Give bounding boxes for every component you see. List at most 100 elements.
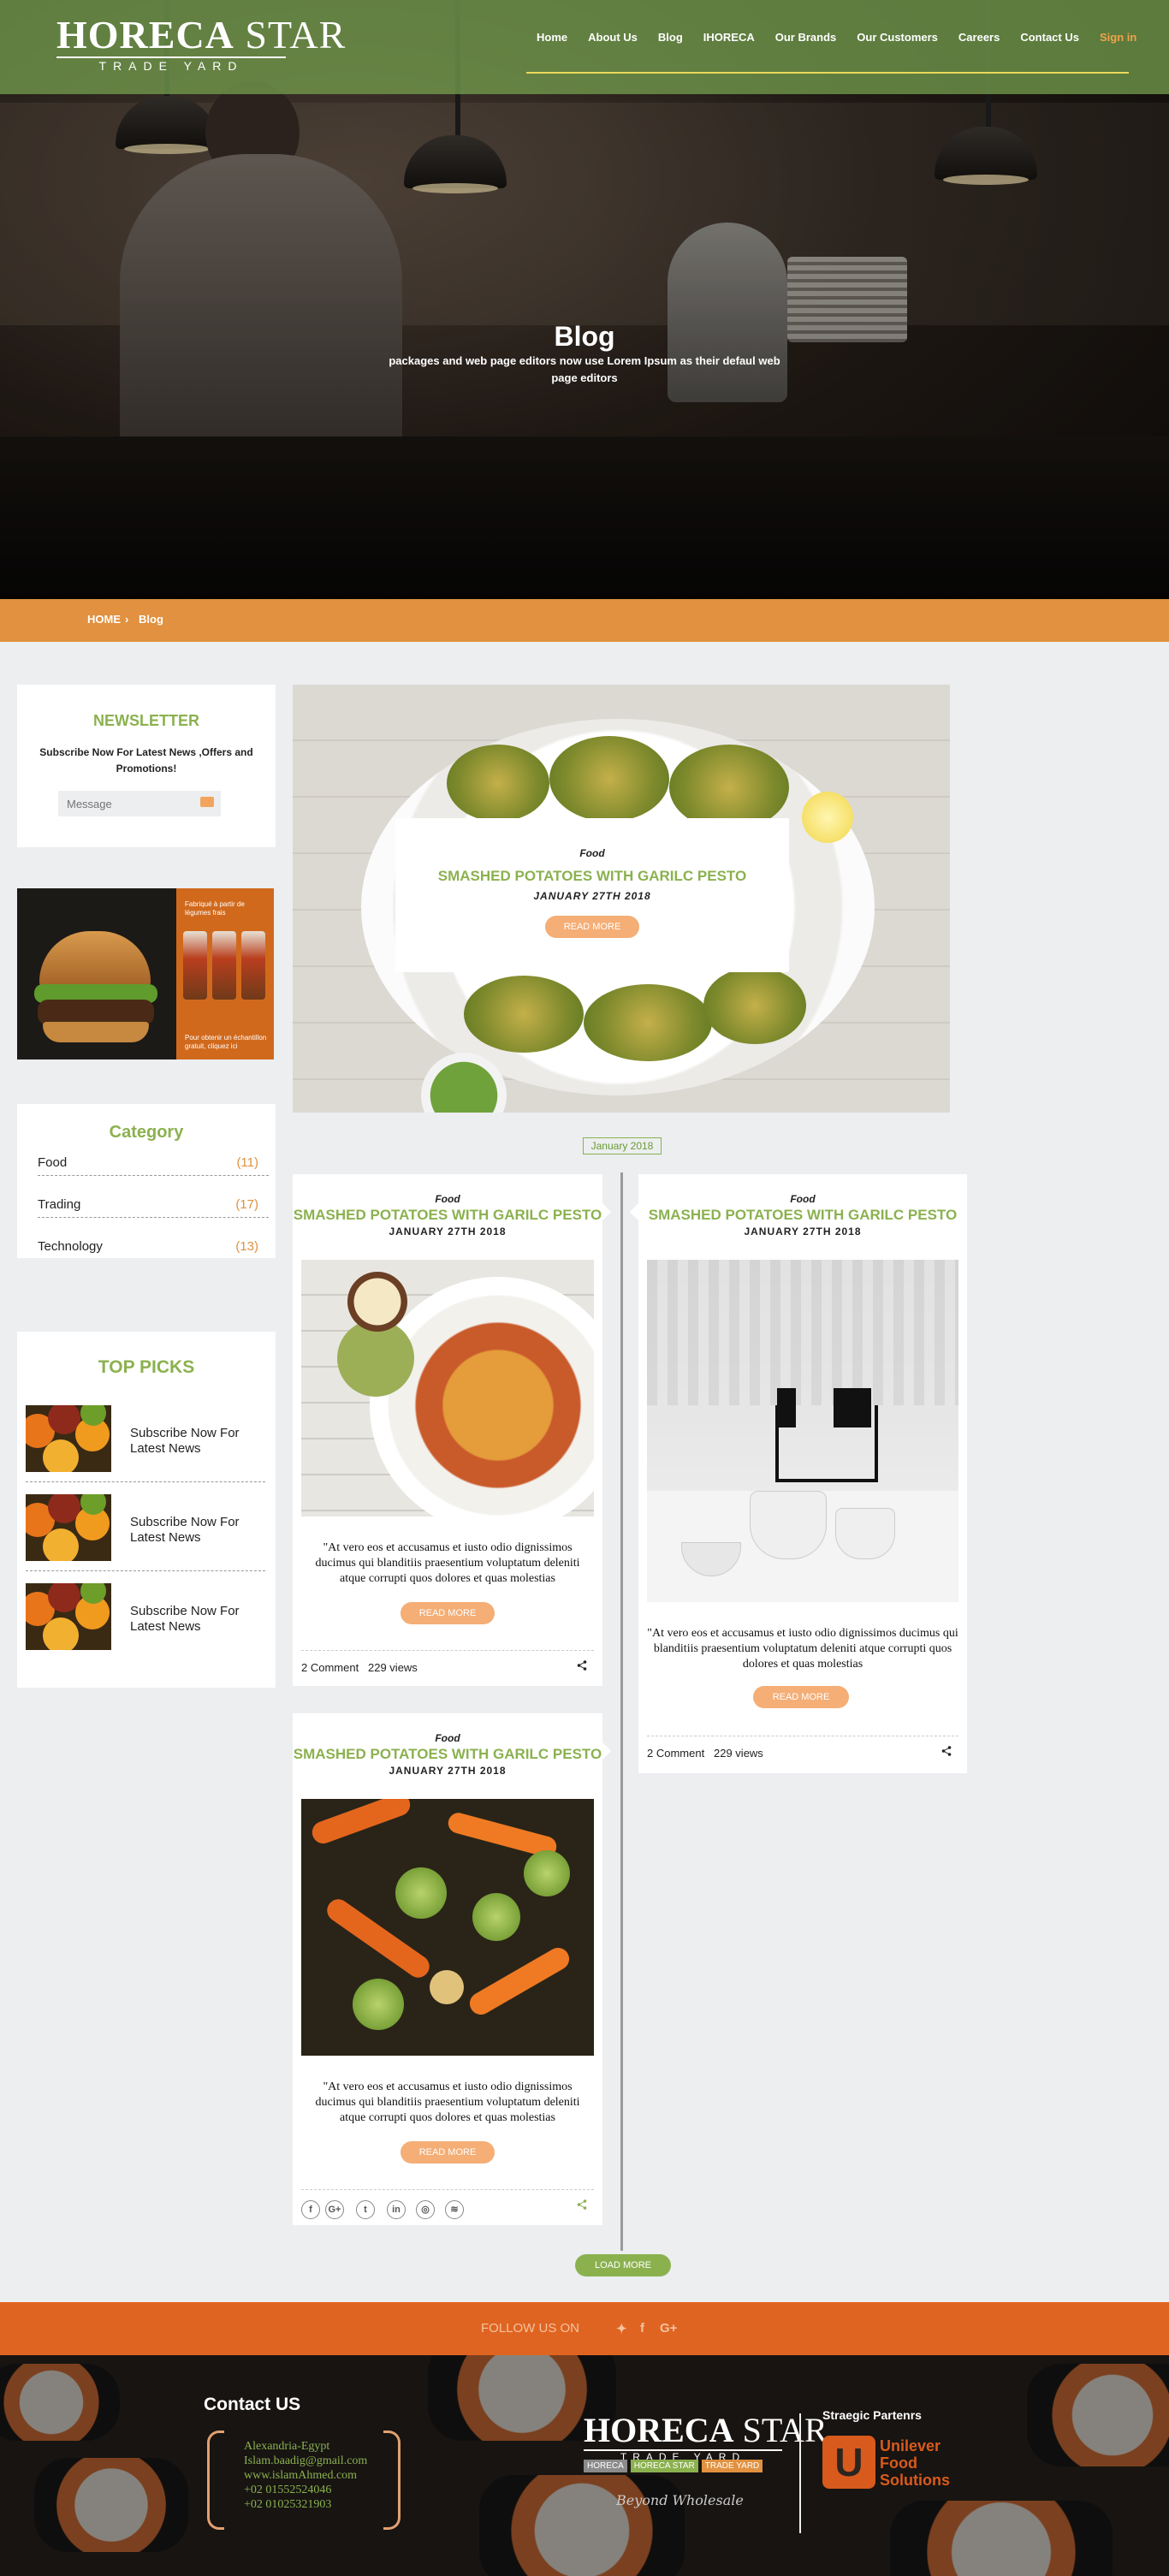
tag-horeca-star: HORECA STAR bbox=[630, 2460, 698, 2472]
category-item-technology[interactable]: Technology (13) bbox=[38, 1232, 269, 1260]
main-menu: Home About Us Blog IHORECA Our Brands Ou… bbox=[526, 31, 1147, 44]
share-icon[interactable] bbox=[941, 1746, 952, 1756]
blog-post-card: Food SMASHED POTATOES WITH GARILC PESTO … bbox=[630, 1174, 967, 1773]
post-comments[interactable]: 2 Comment bbox=[647, 1747, 704, 1760]
instagram-icon[interactable]: ◎ bbox=[416, 2200, 435, 2219]
sauce-jar bbox=[212, 931, 236, 1000]
sign-in-link[interactable]: Sign in bbox=[1089, 31, 1147, 44]
share-icon[interactable] bbox=[577, 2199, 587, 2210]
timeline-month: January 2018 bbox=[583, 1137, 662, 1154]
category-name: Trading bbox=[38, 1197, 81, 1212]
ad-bottom-text: Pour obtenir un échantillon gratuit, cli… bbox=[185, 1034, 267, 1050]
top-pick-text: Subscribe Now For Latest News bbox=[130, 1515, 240, 1545]
blog-post-card: Food SMASHED POTATOES WITH GARILC PESTO … bbox=[293, 1713, 611, 2225]
ad-top-text: Fabriqué à partir de légumes frais bbox=[185, 900, 245, 917]
top-navbar: HORECA STAR TRADE YARD Home About Us Blo… bbox=[0, 0, 1169, 94]
featured-post[interactable]: Food SMASHED POTATOES WITH GARILC PESTO … bbox=[293, 685, 950, 1113]
nav-ihoreca[interactable]: IHORECA bbox=[693, 31, 765, 44]
category-count: (13) bbox=[235, 1239, 258, 1254]
facebook-icon[interactable]: f bbox=[640, 2321, 644, 2336]
page-title: Blog bbox=[554, 321, 615, 352]
newsletter-title: NEWSLETTER bbox=[93, 712, 199, 729]
top-pick-text: Subscribe Now For Latest News bbox=[130, 1604, 240, 1634]
nav-contact-us[interactable]: Contact Us bbox=[1010, 31, 1089, 44]
unilever-logo-icon[interactable]: U bbox=[822, 2436, 875, 2489]
nav-about-us[interactable]: About Us bbox=[578, 31, 648, 44]
post-date: JANUARY 27TH 2018 bbox=[389, 1226, 507, 1238]
nav-our-brands[interactable]: Our Brands bbox=[765, 31, 847, 44]
partners-title: Straegic Partenrs bbox=[822, 2408, 922, 2422]
featured-card: Food SMASHED POTATOES WITH GARILC PESTO … bbox=[395, 818, 789, 972]
contact-phone[interactable]: +02 01552524046 bbox=[244, 2483, 367, 2497]
top-picks-box: TOP PICKS Subscribe Now For Latest News … bbox=[17, 1332, 276, 1688]
post-image[interactable] bbox=[647, 1260, 958, 1602]
read-more-button[interactable]: READ MORE bbox=[753, 1686, 849, 1708]
wifi-icon[interactable]: ≋ bbox=[445, 2200, 464, 2219]
twitter-icon[interactable]: t bbox=[356, 2200, 375, 2219]
nav-our-customers[interactable]: Our Customers bbox=[846, 31, 948, 44]
timeline-line bbox=[620, 1172, 623, 2251]
breadcrumb-separator: › bbox=[125, 613, 129, 626]
google-plus-icon[interactable]: G+ bbox=[660, 2321, 677, 2336]
category-title: Category bbox=[109, 1123, 184, 1142]
facebook-icon[interactable]: f bbox=[301, 2200, 320, 2219]
fruit-thumbnail bbox=[26, 1494, 111, 1561]
ad-banner[interactable]: Fabriqué à partir de légumes frais Pour … bbox=[17, 888, 274, 1059]
footer-divider bbox=[799, 2413, 801, 2533]
top-pick-item[interactable]: Subscribe Now For Latest News bbox=[26, 1482, 265, 1571]
follow-us-bar: FOLLOW US ON ✦ f G+ bbox=[0, 2302, 1169, 2355]
featured-category: Food bbox=[579, 847, 605, 859]
logo-name-a: HORECA bbox=[56, 13, 234, 56]
newsletter-box: NEWSLETTER Subscribe Now For Latest News… bbox=[17, 685, 276, 847]
featured-title[interactable]: SMASHED POTATOES WITH GARILC PESTO bbox=[395, 868, 789, 885]
post-title[interactable]: SMASHED POTATOES WITH GARILC PESTO bbox=[638, 1207, 967, 1224]
post-views: 229 views bbox=[714, 1747, 763, 1760]
category-box: Category Food (11) Trading (17) Technolo… bbox=[17, 1104, 276, 1258]
post-footer: 2 Comment 229 views bbox=[647, 1736, 958, 1763]
top-pick-item[interactable]: Subscribe Now For Latest News bbox=[26, 1393, 265, 1482]
follow-label: FOLLOW US ON bbox=[481, 2321, 580, 2336]
nav-home[interactable]: Home bbox=[526, 31, 578, 44]
mail-icon[interactable] bbox=[200, 797, 214, 807]
read-more-button[interactable]: READ MORE bbox=[545, 916, 639, 938]
footer-tags: HORECA HORECA STAR TRADE YARD bbox=[584, 2460, 763, 2472]
featured-date: JANUARY 27TH 2018 bbox=[533, 890, 651, 902]
contact-phone[interactable]: +02 01025321903 bbox=[244, 2497, 367, 2512]
logo-name-b: STAR bbox=[245, 13, 347, 56]
sauce-jar bbox=[183, 931, 207, 1000]
read-more-button[interactable]: READ MORE bbox=[401, 2141, 495, 2163]
top-pick-item[interactable]: Subscribe Now For Latest News bbox=[26, 1571, 265, 1660]
tag-trade-yard: TRADE YARD bbox=[701, 2460, 763, 2472]
category-item-food[interactable]: Food (11) bbox=[38, 1149, 269, 1176]
post-title[interactable]: SMASHED POTATOES WITH GARILC PESTO bbox=[293, 1207, 602, 1224]
contact-website[interactable]: www.islamAhmed.com bbox=[244, 2468, 367, 2483]
google-plus-icon[interactable]: G+ bbox=[325, 2200, 344, 2219]
blog-post-card: Food SMASHED POTATOES WITH GARILC PESTO … bbox=[293, 1174, 611, 1686]
post-title[interactable]: SMASHED POTATOES WITH GARILC PESTO bbox=[293, 1746, 602, 1763]
lemon-slice bbox=[802, 792, 853, 843]
twitter-icon[interactable]: ✦ bbox=[616, 2321, 627, 2336]
post-views: 229 views bbox=[368, 1661, 418, 1674]
post-excerpt: "At vero eos et accusamus et iusto odio … bbox=[315, 1541, 580, 1585]
load-more-button[interactable]: LOAD MORE bbox=[575, 2254, 671, 2276]
footer-logo[interactable]: HORECA STAR TRADE YARD bbox=[584, 2413, 828, 2463]
post-image[interactable] bbox=[301, 1799, 594, 2056]
category-name: Food bbox=[38, 1155, 68, 1170]
breadcrumb-home[interactable]: HOME bbox=[87, 613, 121, 626]
contact-email[interactable]: Islam.baadig@gmail.com bbox=[244, 2454, 367, 2468]
nav-careers[interactable]: Careers bbox=[948, 31, 1010, 44]
nav-blog[interactable]: Blog bbox=[648, 31, 693, 44]
post-comments[interactable]: 2 Comment bbox=[301, 1661, 359, 1674]
top-picks-title: TOP PICKS bbox=[98, 1357, 195, 1377]
category-item-trading[interactable]: Trading (17) bbox=[38, 1190, 269, 1218]
post-image[interactable] bbox=[301, 1260, 594, 1517]
linkedin-icon[interactable]: in bbox=[387, 2200, 406, 2219]
site-logo[interactable]: HORECA STAR TRADE YARD bbox=[56, 13, 345, 73]
share-icon[interactable] bbox=[577, 1660, 587, 1671]
newsletter-message-input[interactable] bbox=[58, 791, 221, 816]
post-date: JANUARY 27TH 2018 bbox=[744, 1226, 862, 1238]
post-date: JANUARY 27TH 2018 bbox=[389, 1765, 507, 1777]
left-brace bbox=[207, 2431, 224, 2530]
breadcrumb-current: Blog bbox=[139, 613, 163, 626]
read-more-button[interactable]: READ MORE bbox=[401, 1602, 495, 1624]
